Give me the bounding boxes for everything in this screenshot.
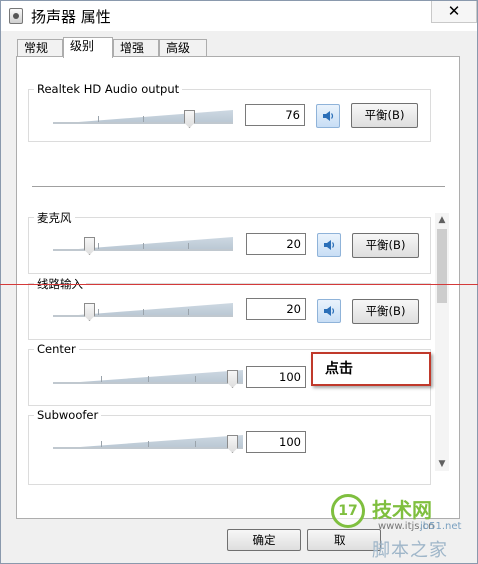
tab-enhancements[interactable]: 增强 bbox=[113, 39, 159, 57]
master-balance-button[interactable]: 平衡(B) bbox=[351, 103, 418, 128]
channel-microphone-label: 麦克风 bbox=[34, 210, 75, 226]
click-callout: 点击 bbox=[311, 352, 431, 386]
master-output-group: Realtek HD Audio output 76 平衡(B) bbox=[28, 82, 431, 142]
title-bar: 扬声器 属性 ✕ bbox=[1, 1, 477, 31]
center-volume-value[interactable]: 100 bbox=[246, 366, 306, 388]
speaker-app-icon bbox=[9, 8, 23, 24]
speaker-icon[interactable] bbox=[317, 299, 341, 323]
line-in-volume-slider[interactable] bbox=[53, 297, 233, 323]
slider-thumb[interactable] bbox=[84, 303, 95, 321]
line-in-volume-value[interactable]: 20 bbox=[246, 298, 306, 320]
slider-thumb[interactable] bbox=[184, 110, 195, 128]
tab-advanced[interactable]: 高级 bbox=[159, 39, 207, 57]
channel-line-in-group: 线路输入 20 平衡(B) bbox=[28, 276, 431, 340]
microphone-balance-button[interactable]: 平衡(B) bbox=[352, 233, 419, 258]
cancel-button[interactable]: 取 bbox=[307, 529, 381, 551]
speaker-properties-dialog: 扬声器 属性 ✕ 常规 级别 增强 高级 Realtek HD Audio ou… bbox=[0, 0, 478, 564]
separator-line bbox=[32, 186, 445, 187]
speaker-icon[interactable] bbox=[316, 104, 340, 128]
scrollbar-thumb[interactable] bbox=[437, 229, 447, 303]
line-in-balance-button[interactable]: 平衡(B) bbox=[352, 299, 419, 324]
subwoofer-volume-slider[interactable] bbox=[53, 429, 243, 455]
watermark-url-right: jb51.net bbox=[420, 521, 462, 532]
watermark-site-name: 脚本之家 bbox=[372, 540, 448, 561]
microphone-volume-slider[interactable] bbox=[53, 231, 233, 257]
scroll-down-icon[interactable]: ▼ bbox=[435, 457, 449, 471]
vertical-scrollbar[interactable]: ▲ ▼ bbox=[435, 213, 449, 471]
subwoofer-volume-value[interactable]: 100 bbox=[246, 431, 306, 453]
channel-subwoofer-label: Subwoofer bbox=[34, 408, 102, 422]
slider-thumb[interactable] bbox=[84, 237, 95, 255]
watermark-brand: 技术网 bbox=[372, 498, 432, 522]
speaker-icon[interactable] bbox=[317, 233, 341, 257]
slider-thumb[interactable] bbox=[227, 370, 238, 388]
microphone-volume-value[interactable]: 20 bbox=[246, 233, 306, 255]
channel-center-label: Center bbox=[34, 342, 79, 356]
tab-general[interactable]: 常规 bbox=[17, 39, 63, 57]
master-volume-value[interactable]: 76 bbox=[245, 104, 305, 126]
close-button[interactable]: ✕ bbox=[431, 1, 477, 23]
master-volume-slider[interactable] bbox=[53, 104, 233, 130]
tab-levels[interactable]: 级别 bbox=[63, 37, 113, 58]
slider-thumb[interactable] bbox=[227, 435, 238, 453]
window-title: 扬声器 属性 bbox=[31, 8, 111, 26]
channel-microphone-group: 麦克风 20 平衡(B) bbox=[28, 210, 431, 274]
master-output-label: Realtek HD Audio output bbox=[34, 82, 183, 96]
scroll-up-icon[interactable]: ▲ bbox=[435, 213, 449, 227]
watermark-badge: 17 bbox=[331, 494, 365, 528]
annotation-red-line bbox=[0, 284, 478, 285]
levels-panel: Realtek HD Audio output 76 平衡(B) 麦克风 20 bbox=[16, 56, 460, 519]
ok-button[interactable]: 确定 bbox=[227, 529, 301, 551]
center-volume-slider[interactable] bbox=[53, 364, 243, 390]
channel-subwoofer-group: Subwoofer 100 bbox=[28, 408, 431, 485]
